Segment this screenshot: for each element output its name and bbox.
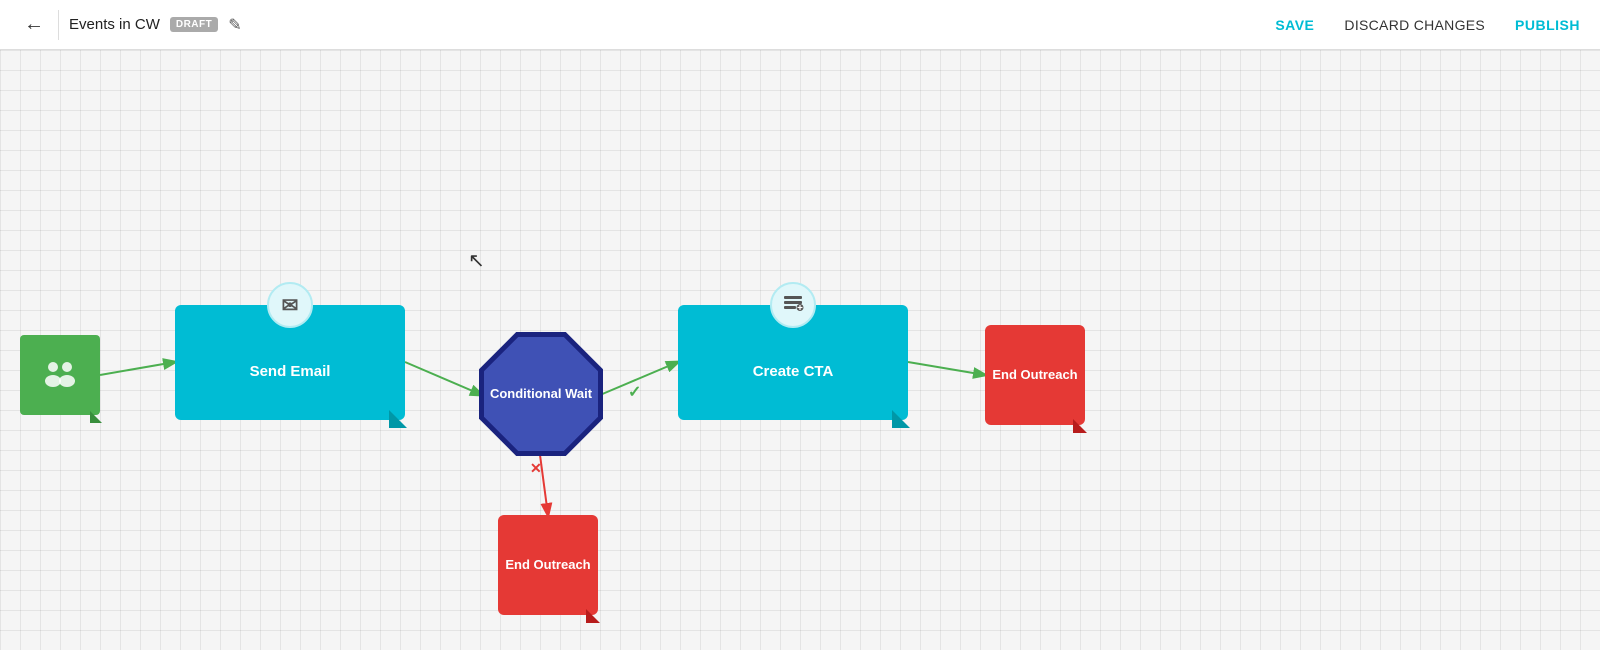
create-cta-icon <box>782 292 804 319</box>
create-cta-icon-circle <box>770 282 816 328</box>
draft-badge: DRAFT <box>170 17 218 32</box>
x-label: ✕ <box>530 460 542 477</box>
cursor-icon: ↖ <box>468 248 485 273</box>
create-cta-node[interactable]: Create CTA <box>678 305 908 420</box>
header-left: ← Events in CW DRAFT ✎ <box>20 9 242 40</box>
send-email-label: Send Email <box>250 363 331 380</box>
check-label: ✓ <box>628 382 641 402</box>
header-right: SAVE DISCARD CHANGES PUBLISH <box>1275 17 1580 33</box>
publish-button[interactable]: PUBLISH <box>1515 17 1580 33</box>
conditional-wait-inner: Conditional Wait <box>484 337 598 451</box>
end-outreach-node-2[interactable]: End Outreach <box>498 515 598 615</box>
discard-button[interactable]: DISCARD CHANGES <box>1344 17 1485 33</box>
create-cta-label: Create CTA <box>753 363 834 380</box>
people-icon <box>38 353 82 397</box>
conditional-wait-label: Conditional Wait <box>490 386 592 403</box>
end-outreach-2-label: End Outreach <box>505 557 590 574</box>
save-button[interactable]: SAVE <box>1275 17 1314 33</box>
send-email-icon-circle: ✉ <box>267 282 313 328</box>
back-button[interactable]: ← <box>20 9 48 40</box>
conditional-wait-octagon: Conditional Wait <box>479 332 603 456</box>
email-icon: ✉ <box>282 293 299 318</box>
header: ← Events in CW DRAFT ✎ SAVE DISCARD CHAN… <box>0 0 1600 50</box>
send-email-node[interactable]: ✉ Send Email <box>175 305 405 420</box>
header-separator <box>58 10 59 40</box>
end-outreach-1-label: End Outreach <box>992 367 1077 384</box>
end-outreach-node-1[interactable]: End Outreach <box>985 325 1085 425</box>
conditional-wait-node[interactable]: Conditional Wait <box>479 332 603 456</box>
workflow-title: Events in CW <box>69 16 160 33</box>
start-node[interactable] <box>20 335 100 415</box>
edit-icon[interactable]: ✎ <box>228 15 241 35</box>
workflow-canvas[interactable]: ✓ ✕ ✉ Send Email Conditional Wait <box>0 50 1600 650</box>
